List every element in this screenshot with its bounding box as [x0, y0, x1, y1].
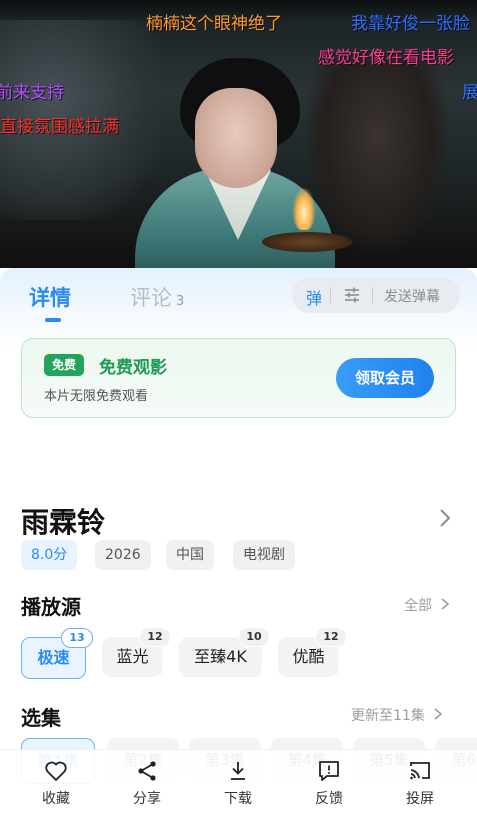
danmaku-item: 感觉好像在看电影 [318, 48, 454, 68]
chevron-right-icon[interactable] [438, 508, 452, 532]
danmaku-item: 展 [462, 83, 477, 103]
feedback-button[interactable]: 反馈 [294, 760, 364, 808]
feedback-icon [319, 761, 339, 781]
danmaku-item: 楠楠这个眼神绝了 [146, 14, 282, 34]
free-promo-card: 免费 免费观影 本片无限免费观看 领取会员 [21, 338, 456, 418]
score-badge: 8.0分 [21, 540, 78, 570]
source-name: 极速 [37, 648, 70, 667]
chevron-right-icon [434, 708, 443, 720]
sources-heading: 播放源 [21, 595, 81, 619]
danmaku-item: 我靠好俊一张脸 [351, 14, 470, 34]
episodes-more-link[interactable]: 更新至11集 [351, 705, 443, 725]
source-option[interactable]: 蓝光 12 [102, 627, 171, 677]
heart-icon [45, 761, 67, 781]
detail-sheet: 详情 评论 3 弹 发送弹幕 免费 免费观影 本片无限免费观看 领取会员 雨霖铃 [0, 268, 477, 817]
divider [330, 287, 331, 303]
type-tag: 电视剧 [233, 540, 295, 570]
share-label: 分享 [133, 791, 161, 807]
share-button[interactable]: 分享 [112, 760, 182, 808]
free-badge: 免费 [44, 354, 85, 376]
sources-more-label: 全部 [404, 598, 432, 614]
year-tag: 2026 [95, 540, 151, 570]
feedback-label: 反馈 [315, 791, 343, 807]
source-option[interactable]: 优酷 12 [278, 627, 347, 677]
source-count-badge: 13 [61, 628, 93, 648]
danmaku-bar: 弹 发送弹幕 [292, 277, 460, 313]
download-button[interactable]: 下载 [203, 760, 273, 808]
download-label: 下载 [224, 791, 252, 807]
tab-comments-label: 评论 [130, 286, 172, 310]
source-count-badge: 12 [139, 627, 171, 647]
danmaku-toggle-button[interactable]: 弹 [306, 285, 322, 309]
source-count-badge: 10 [238, 627, 270, 647]
danmaku-item: 前来支持 [0, 83, 64, 103]
tab-details[interactable]: 详情 [29, 282, 71, 312]
cast-button[interactable]: 投屏 [385, 760, 455, 808]
danmaku-settings-icon[interactable] [342, 285, 362, 305]
source-name: 优酷 [292, 647, 325, 666]
send-danmaku-button[interactable]: 发送弹幕 [384, 286, 440, 306]
share-icon [138, 761, 156, 781]
promo-subtitle: 本片无限免费观看 [44, 389, 149, 404]
source-count-badge: 12 [315, 627, 347, 647]
chevron-right-icon [441, 598, 450, 610]
sources-more-link[interactable]: 全部 [404, 595, 450, 615]
promo-title: 免费观影 [99, 358, 167, 378]
divider [372, 287, 373, 303]
source-option[interactable]: 至臻4K 10 [179, 627, 270, 677]
episodes-heading: 选集 [21, 706, 61, 730]
tab-comments[interactable]: 评论 3 [130, 282, 184, 312]
region-tag: 中国 [166, 540, 214, 570]
episodes-more-label: 更新至11集 [351, 708, 425, 724]
download-icon [231, 762, 245, 780]
show-title[interactable]: 雨霖铃 [21, 501, 105, 541]
source-name: 至臻4K [194, 647, 247, 666]
danmaku-item: 直接氛围感拉满 [0, 117, 119, 137]
favorite-button[interactable]: 收藏 [21, 760, 91, 808]
cast-icon [410, 762, 430, 780]
bottom-action-bar: 收藏 分享 下载 反馈 投屏 [0, 749, 477, 818]
tab-indicator [45, 318, 61, 322]
comment-count: 3 [176, 294, 185, 309]
claim-vip-button[interactable]: 领取会员 [336, 358, 434, 398]
source-option[interactable]: 极速 13 [21, 628, 93, 679]
video-player[interactable]: 楠楠这个眼神绝了 我靠好俊一张脸 感觉好像在看电影 前来支持 展 直接氛围感拉满 [0, 0, 477, 268]
source-name: 蓝光 [116, 647, 149, 666]
cast-label: 投屏 [406, 791, 434, 807]
favorite-label: 收藏 [42, 791, 70, 807]
